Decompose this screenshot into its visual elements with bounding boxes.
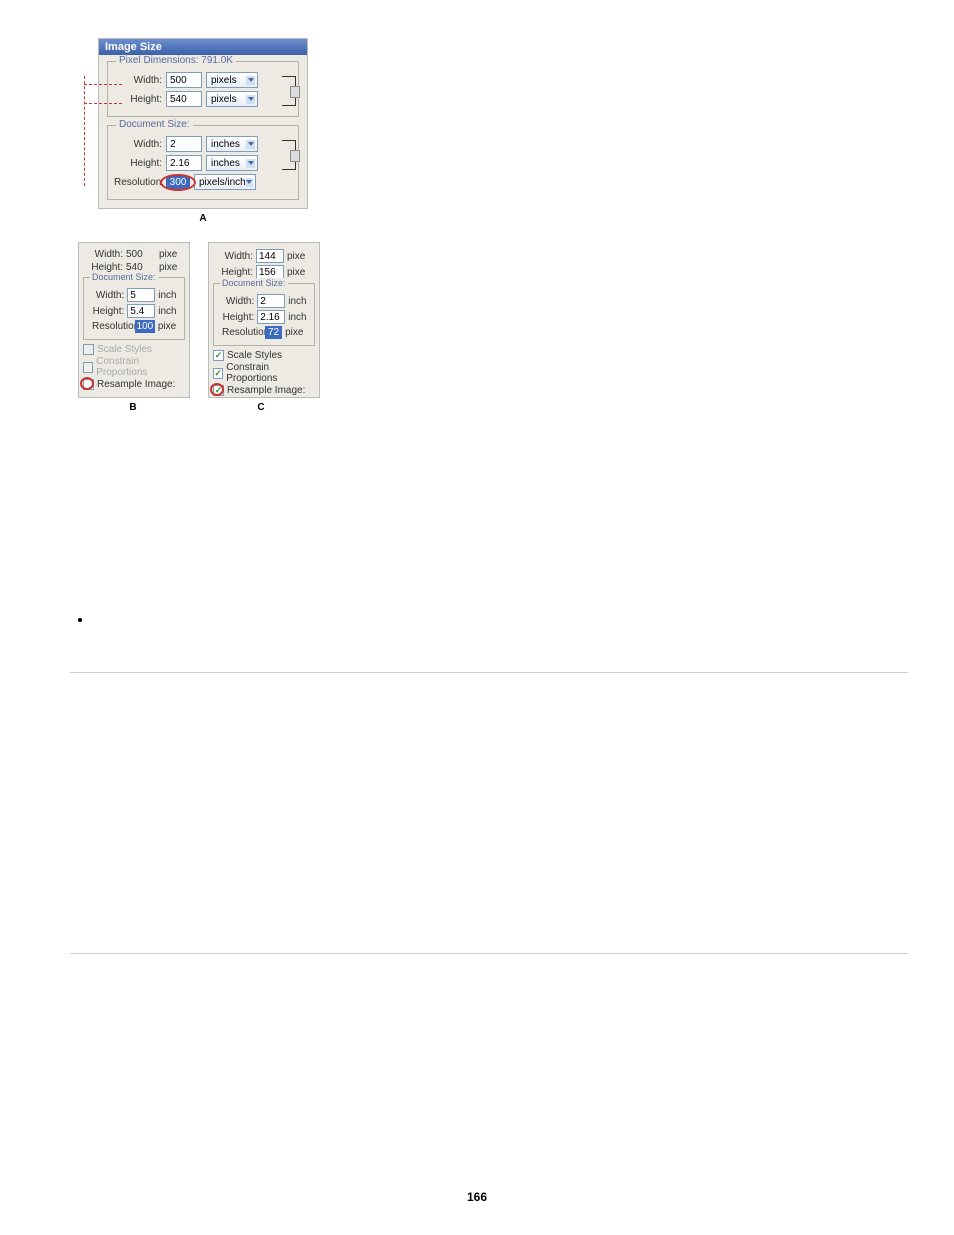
b-resample-label: Resample Image: [97, 379, 175, 390]
pixel-dimensions-group: Pixel Dimensions: 791.0K Width: pixels H… [107, 61, 299, 117]
b-doc-width-unit: inch [158, 290, 176, 301]
label-c: C [206, 402, 316, 413]
page-number: 166 [0, 1190, 954, 1204]
c-doc-size-group: Document Size: Width: inch Height: inch … [213, 283, 315, 346]
b-doc-size-group: Document Size: Width: inch Height: inch … [83, 277, 185, 340]
b-constrain-checkbox [83, 362, 93, 373]
b-px-height-unit: pixe [159, 262, 181, 273]
px-height-input[interactable] [166, 91, 202, 107]
doc-width-unit-select[interactable]: inches [206, 136, 258, 152]
px-height-unit: pixels [211, 94, 237, 105]
c-px-height-unit: pixe [287, 267, 309, 278]
doc-res-unit-select[interactable]: pixels/inch [194, 174, 256, 190]
c-px-width-label: Width: [213, 251, 253, 262]
horizontal-rule [70, 953, 908, 954]
px-width-unit: pixels [211, 75, 237, 86]
b-doc-height-input[interactable] [127, 304, 155, 318]
c-resample-label: Resample Image: [227, 385, 305, 396]
doc-height-unit-select[interactable]: inches [206, 155, 258, 171]
c-scale-styles-label: Scale Styles [227, 350, 282, 361]
c-doc-height-unit: inch [288, 312, 306, 323]
b-doc-res-unit: pixe [158, 321, 176, 332]
b-doc-res-label: Resolution: [92, 321, 132, 332]
document-size-group: Document Size: Width: inches Height: inc… [107, 125, 299, 200]
px-height-unit-select[interactable]: pixels [206, 91, 258, 107]
c-doc-res-unit: pixe [285, 327, 306, 338]
chevron-down-icon [246, 76, 255, 85]
c-doc-res-input[interactable]: 72 [265, 326, 282, 339]
c-constrain-label: Constrain Proportions [226, 362, 315, 384]
px-width-input[interactable] [166, 72, 202, 88]
lock-icon[interactable] [290, 86, 300, 98]
doc-width-label: Width: [114, 139, 162, 150]
c-scale-styles-checkbox[interactable]: ✓ [213, 350, 224, 361]
c-doc-width-input[interactable] [257, 294, 285, 308]
pixel-dim-label: Pixel Dimensions: [119, 55, 198, 66]
pixel-dimensions-legend: Pixel Dimensions: 791.0K [116, 55, 236, 66]
chevron-down-icon [246, 159, 255, 168]
doc-size-legend: Document Size: [116, 119, 193, 130]
c-doc-height-input[interactable] [257, 310, 285, 324]
b-doc-width-input[interactable] [127, 288, 155, 302]
b-px-width-label: Width: [83, 249, 123, 260]
b-px-width-unit: pixe [159, 249, 181, 260]
pixel-dim-size: 791.0K [201, 55, 233, 66]
doc-height-label: Height: [114, 158, 162, 169]
px-width-label: Width: [114, 75, 162, 86]
label-a: A [98, 213, 308, 224]
c-doc-legend: Document Size: [220, 278, 288, 288]
label-b: B [78, 402, 188, 413]
image-size-dialog-a: Image Size Pixel Dimensions: 791.0K Widt… [98, 38, 308, 209]
c-resample-checkbox[interactable]: ✓ [213, 385, 224, 396]
c-px-height-input[interactable] [256, 265, 284, 279]
bullet-icon [78, 618, 82, 622]
doc-width-unit: inches [211, 139, 240, 150]
doc-height-input[interactable] [166, 155, 202, 171]
dialog-titlebar: Image Size [99, 39, 307, 55]
b-px-width-value: 500 [126, 249, 156, 260]
doc-res-input[interactable]: 300 [166, 176, 190, 189]
b-scale-styles-label: Scale Styles [97, 344, 152, 355]
b-doc-width-label: Width: [92, 290, 124, 301]
b-scale-styles-checkbox [83, 344, 94, 355]
image-size-dialog-b: Width: 500 pixe Height: 540 pixe Documen… [78, 242, 190, 398]
chevron-down-icon [246, 140, 255, 149]
px-width-unit-select[interactable]: pixels [206, 72, 258, 88]
c-constrain-checkbox[interactable]: ✓ [213, 368, 223, 379]
b-resample-checkbox[interactable] [83, 379, 94, 390]
doc-res-unit: pixels/inch [199, 177, 246, 188]
doc-res-label: Resolution: [114, 177, 162, 188]
doc-width-input[interactable] [166, 136, 202, 152]
b-doc-height-label: Height: [92, 306, 124, 317]
c-px-width-input[interactable] [256, 249, 284, 263]
image-size-dialog-c: Width: pixe Height: pixe Document Size: … [208, 242, 320, 398]
px-height-label: Height: [114, 94, 162, 105]
c-doc-res-label: Resolution: [222, 327, 262, 338]
b-doc-height-unit: inch [158, 306, 176, 317]
b-doc-res-input[interactable]: 100 [135, 320, 155, 333]
doc-height-unit: inches [211, 158, 240, 169]
chevron-down-icon [246, 95, 255, 104]
c-doc-width-unit: inch [288, 296, 306, 307]
b-constrain-label: Constrain Proportions [96, 356, 185, 378]
lock-icon[interactable] [290, 150, 300, 162]
c-doc-height-label: Height: [222, 312, 254, 323]
c-doc-width-label: Width: [222, 296, 254, 307]
b-doc-legend: Document Size: [90, 272, 158, 282]
horizontal-rule [70, 672, 908, 673]
c-px-height-label: Height: [213, 267, 253, 278]
c-px-width-unit: pixe [287, 251, 309, 262]
chevron-down-icon [246, 178, 253, 187]
